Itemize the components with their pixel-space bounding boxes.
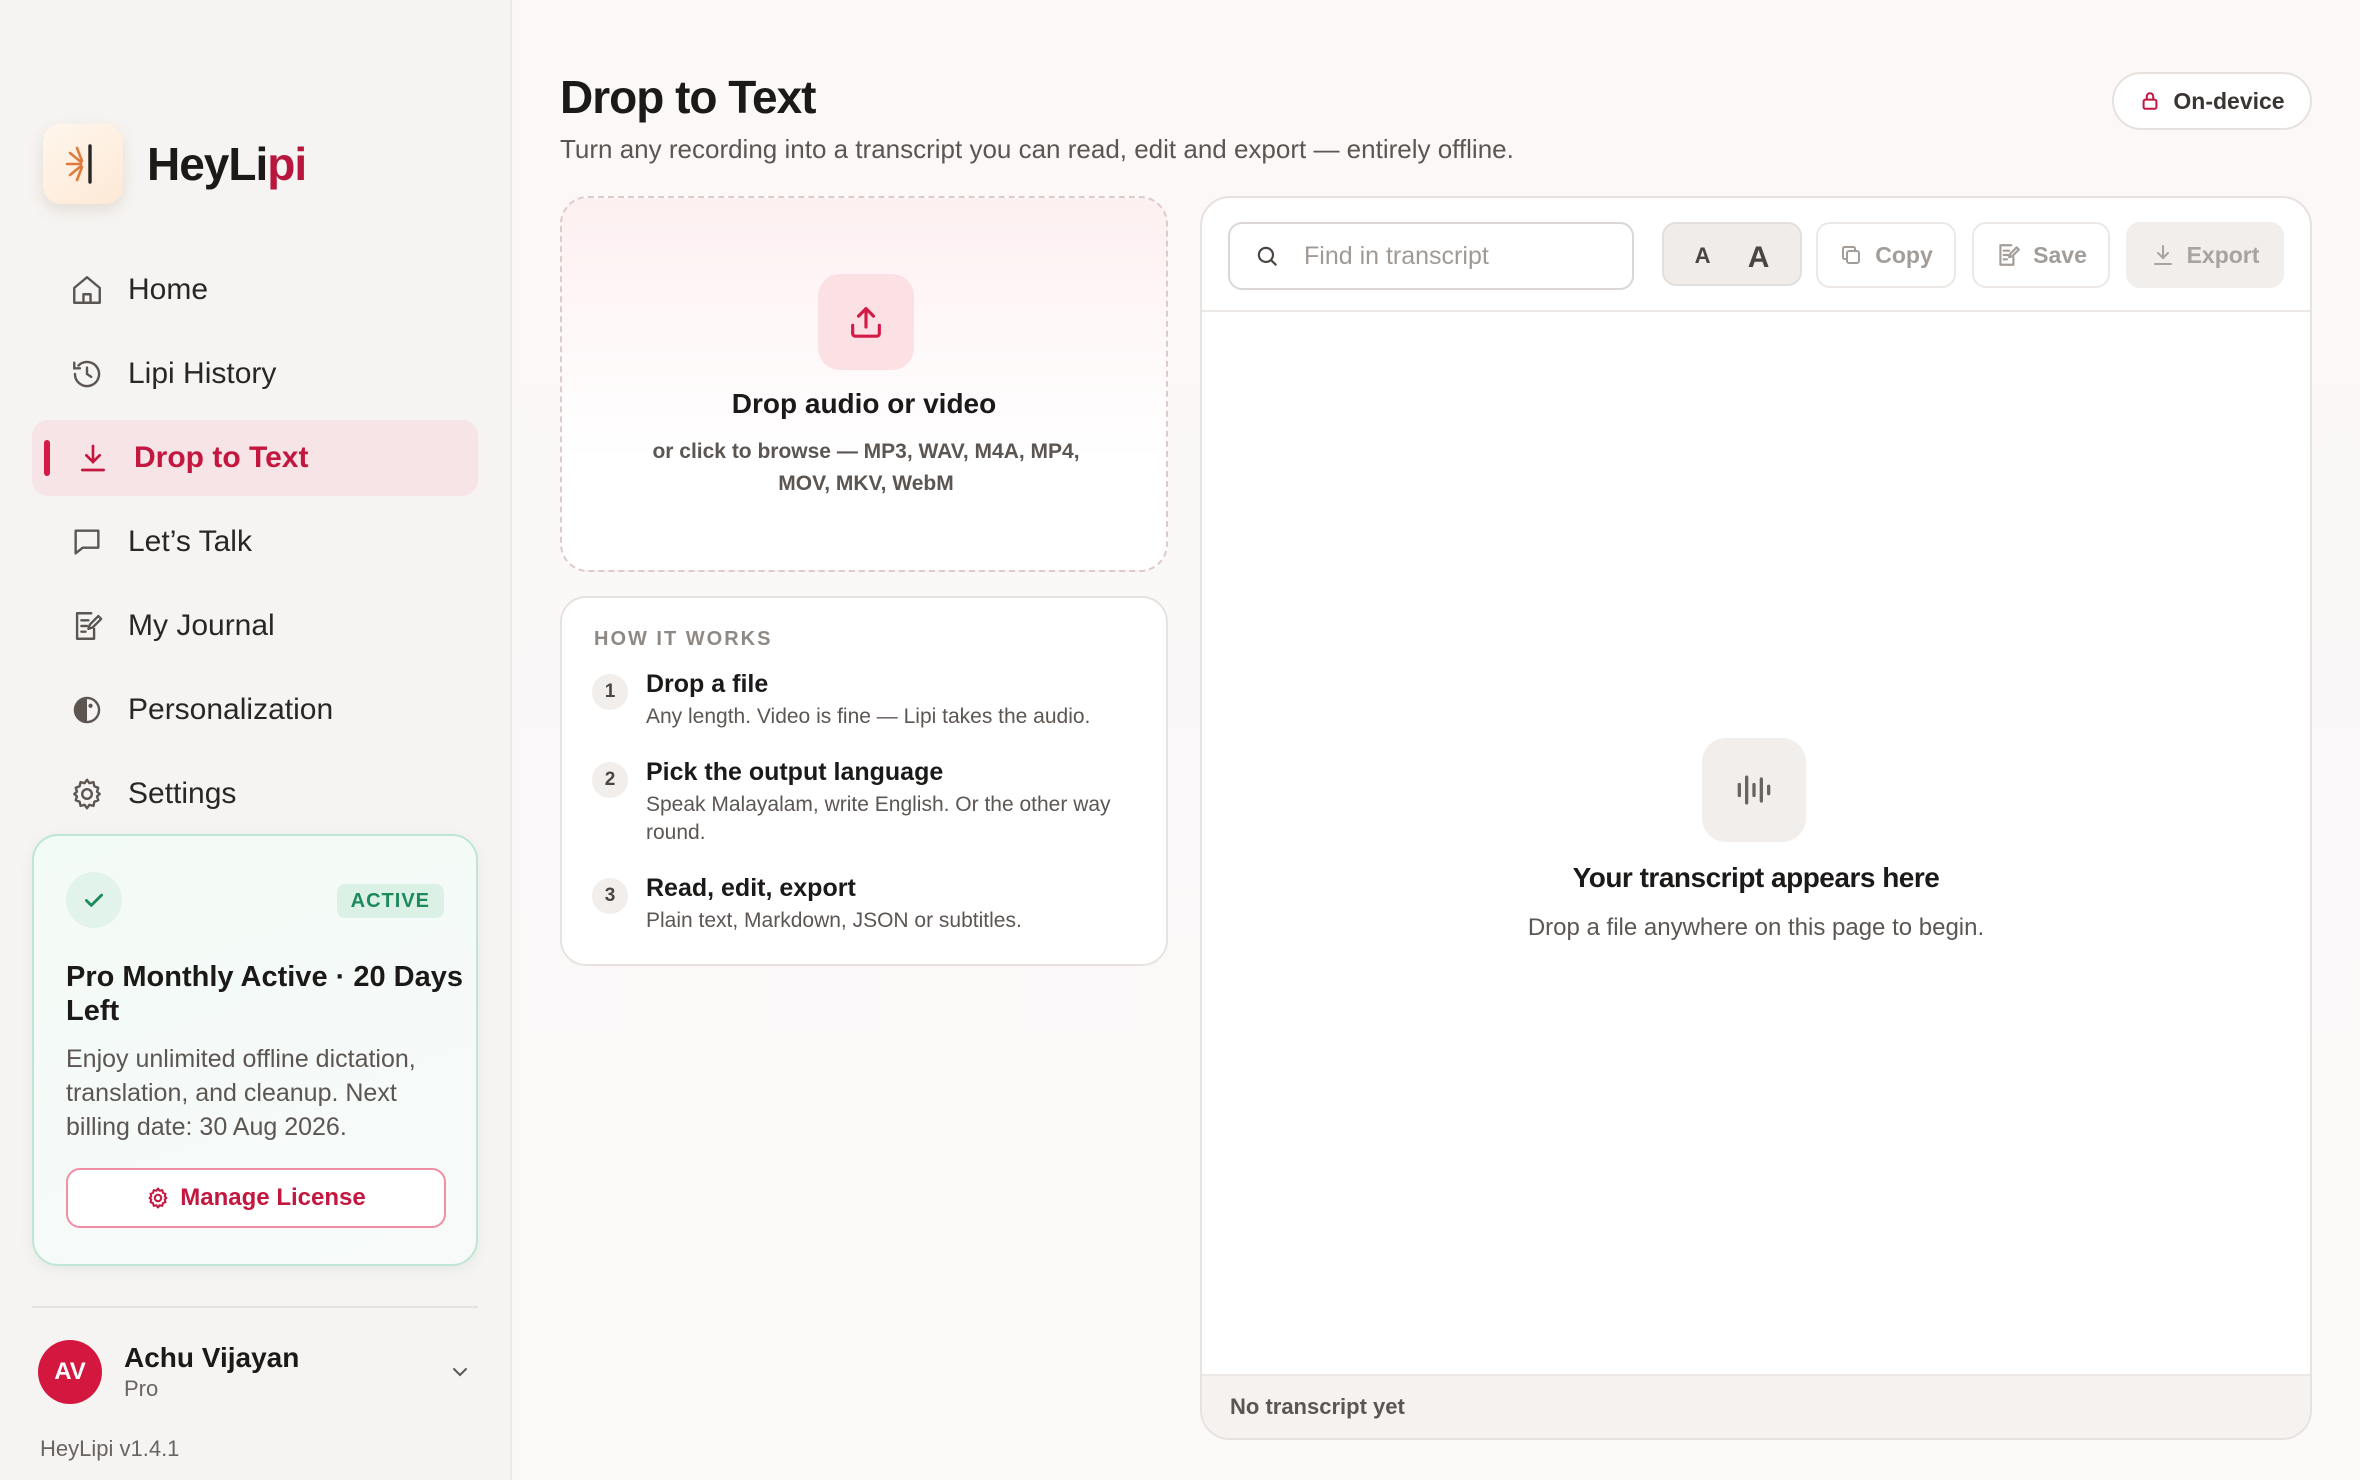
gear-icon [148, 1187, 168, 1209]
manage-license-button[interactable]: Manage License [66, 1168, 446, 1228]
palette-icon [68, 691, 106, 729]
sidebar-item-lipi-history[interactable]: Lipi History [32, 336, 478, 412]
avatar: AV [38, 1340, 102, 1404]
brand-name: HeyLipi [147, 138, 307, 190]
on-device-badge[interactable]: On-device [2112, 72, 2312, 130]
status-badge: ACTIVE [336, 884, 444, 918]
step-title: Read, edit, export [646, 874, 856, 902]
sidebar-item-label: My Journal [128, 609, 275, 642]
drop-title: Drop audio or video [731, 388, 997, 419]
step-item: 3 Read, edit, export Plain text, Markdow… [592, 874, 1132, 935]
license-card: ACTIVE Pro Monthly Active · 20 Days Left… [32, 834, 478, 1266]
save-button[interactable]: Save [1972, 222, 2110, 288]
sidebar-item-label: Personalization [128, 693, 334, 726]
lock-icon [2142, 92, 2158, 110]
step-number: 3 [592, 878, 628, 914]
export-button[interactable]: Export [2126, 222, 2284, 288]
sidebar: HeyLipi Home Lipi History Drop to Text L… [0, 0, 512, 1480]
on-device-label: On-device [2173, 87, 2285, 114]
step-number: 2 [592, 762, 628, 798]
sidebar-item-drop-to-text[interactable]: Drop to Text [32, 420, 478, 496]
license-title: Pro Monthly Active · 20 Days Left [66, 961, 463, 1027]
sidebar-item-label: Drop to Text [134, 441, 309, 474]
empty-state-description: Drop a file anywhere on this page to beg… [1527, 914, 1985, 941]
transcript-status-bar: No transcript yet [1202, 1374, 2310, 1438]
save-icon [1999, 244, 2021, 266]
sidebar-nav: Home Lipi History Drop to Text Let’s Tal… [32, 252, 478, 840]
brand[interactable]: HeyLipi [43, 124, 307, 204]
sidebar-item-lets-talk[interactable]: Let’s Talk [32, 504, 478, 580]
gear-icon [68, 775, 106, 813]
copy-button[interactable]: Copy [1816, 222, 1956, 288]
export-label: Export [2186, 241, 2260, 268]
main-content: Drop to Text Turn any recording into a t… [514, 0, 2360, 1480]
step-description: Speak Malayalam, write English. Or the o… [646, 793, 1111, 844]
step-description: Any length. Video is fine — Lipi takes t… [646, 705, 1091, 728]
search-box[interactable] [1228, 222, 1634, 290]
user-name: Achu Vijayan [124, 1342, 300, 1373]
transcript-toolbar: A A Copy Save Export [1202, 198, 2310, 312]
step-description: Plain text, Markdown, JSON or subtitles. [646, 909, 1022, 932]
save-label: Save [2033, 241, 2087, 268]
copy-label: Copy [1875, 241, 1933, 268]
empty-state-title: Your transcript appears here [1572, 862, 1940, 893]
sidebar-item-label: Lipi History [128, 357, 277, 390]
download-icon [2153, 245, 2172, 265]
journal-icon [68, 607, 106, 645]
sidebar-item-personalization[interactable]: Personalization [32, 672, 478, 748]
sidebar-item-settings[interactable]: Settings [32, 756, 478, 832]
step-item: 2 Pick the output language Speak Malayal… [592, 758, 1132, 847]
brand-logo-icon [43, 124, 123, 204]
chat-icon [68, 523, 106, 561]
step-item: 1 Drop a file Any length. Video is fine … [592, 670, 1132, 731]
user-menu[interactable]: AV Achu Vijayan Pro [38, 1340, 478, 1404]
check-icon [66, 872, 122, 928]
home-icon [68, 271, 106, 309]
font-decrease-button[interactable]: A [1695, 243, 1711, 269]
how-it-works-card: HOW IT WORKS 1 Drop a file Any length. V… [560, 596, 1168, 966]
download-icon [74, 439, 112, 477]
chevron-down-icon[interactable] [448, 1360, 472, 1389]
upload-icon [818, 274, 914, 370]
sidebar-item-my-journal[interactable]: My Journal [32, 588, 478, 664]
step-number: 1 [592, 674, 628, 710]
drop-zone[interactable]: Drop audio or video or click to browse —… [560, 196, 1168, 572]
transcript-status: No transcript yet [1230, 1394, 1405, 1419]
sidebar-item-label: Home [128, 273, 209, 306]
search-icon [1257, 246, 1277, 266]
page-title: Drop to Text [560, 71, 816, 123]
sidebar-item-label: Let’s Talk [128, 525, 252, 558]
copy-icon [1842, 246, 1861, 264]
font-increase-button[interactable]: A [1748, 241, 1770, 275]
user-info: Achu Vijayan Pro [124, 1342, 299, 1402]
transcript-panel: A A Copy Save Export Your transcript app… [1200, 196, 2312, 1440]
app-version: HeyLipi v1.4.1 [40, 1436, 180, 1461]
waveform-icon [1702, 738, 1806, 842]
history-icon [68, 355, 106, 393]
license-description: Enjoy unlimited offline dictation, trans… [66, 1045, 416, 1141]
search-input[interactable] [1304, 241, 1604, 271]
manage-license-label: Manage License [180, 1184, 366, 1211]
sidebar-divider [32, 1306, 478, 1308]
drop-description: or click to browse — MP3, WAV, M4A, MP4,… [652, 440, 1080, 495]
sidebar-item-label: Settings [128, 777, 237, 810]
page-subtitle: Turn any recording into a transcript you… [560, 134, 1514, 164]
how-it-works-heading: HOW IT WORKS [594, 628, 773, 650]
font-size-control: A A [1662, 222, 1802, 286]
user-plan: Pro [124, 1376, 159, 1401]
sidebar-item-home[interactable]: Home [32, 252, 478, 328]
step-title: Pick the output language [646, 758, 944, 786]
step-title: Drop a file [646, 670, 769, 698]
